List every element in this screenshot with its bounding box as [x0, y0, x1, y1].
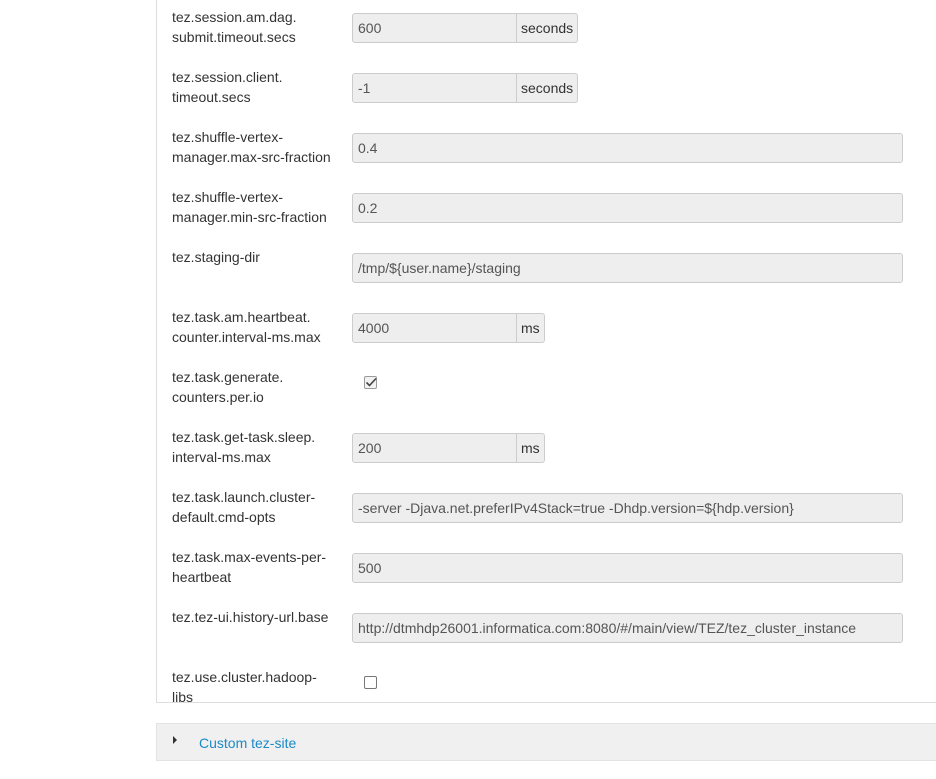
property-row-tez-session-am-dag-submit-timeout: tez.session.am.dag. submit.timeout.secs 60… — [172, 0, 936, 60]
property-value-input[interactable]: 500 — [352, 553, 903, 583]
property-row-tez-task-launch-cmd-opts: tez.task.launch.cluster-default.cmd-opts… — [172, 480, 936, 540]
property-label: tez.session.client. timeout.secs — [172, 69, 283, 105]
property-label: tez.task.launch.cluster-default.cmd-opts — [172, 489, 316, 525]
property-input-group: 0.4 — [352, 133, 903, 163]
checkmark-icon — [365, 377, 377, 387]
property-checkbox[interactable] — [364, 676, 377, 689]
property-label: tez.task.generate. counters.per.io — [172, 369, 284, 405]
property-label: tez.shuffle-vertex-manager.max-src-fract… — [172, 129, 331, 165]
property-value-input[interactable]: 0.4 — [352, 133, 903, 163]
property-label: tez.task.get-task.sleep. interval-ms.max — [172, 429, 316, 465]
property-label: tez.task.max-events-per-heartbeat — [172, 549, 327, 585]
property-input-group: /tmp/${user.name}/staging — [352, 253, 903, 283]
property-label: tez.task.am.heartbeat. counter.interval-m… — [172, 309, 321, 345]
property-value-input[interactable]: -1 — [352, 73, 517, 103]
checkbox-box[interactable] — [364, 676, 377, 689]
property-input-group: http://dtmhdp26001.informatica.com:8080/… — [352, 613, 903, 643]
property-label: tez.staging-dir — [172, 249, 260, 265]
property-row-tez-task-max-events: tez.task.max-events-per-heartbeat 500 — [172, 540, 936, 600]
property-input-group: 0.2 — [352, 193, 903, 223]
property-value-input[interactable]: http://dtmhdp26001.informatica.com:8080/… — [352, 613, 903, 643]
property-value-input[interactable]: /tmp/${user.name}/staging — [352, 253, 903, 283]
property-label: tez.session.am.dag. submit.timeout.secs — [172, 9, 297, 45]
property-row-tez-task-am-heartbeat: tez.task.am.heartbeat. counter.interval-m… — [172, 300, 936, 360]
property-input-group: -server -Djava.net.preferIPv4Stack=true … — [352, 493, 903, 523]
property-input-group: -1 seconds — [352, 73, 579, 103]
property-row-tez-staging-dir: tez.staging-dir/tmp/${user.name}/staging — [172, 240, 936, 300]
property-input-group: 4000 ms — [352, 313, 545, 343]
property-input-group: 200 ms — [352, 433, 545, 463]
property-label: tez.tez-ui.history-url.base — [172, 609, 329, 625]
unit-addon: seconds — [517, 73, 579, 103]
unit-addon: seconds — [517, 13, 579, 43]
property-label: tez.use.cluster.hadoop-libs — [172, 669, 317, 705]
caret-right-icon[interactable] — [173, 736, 177, 744]
property-label: tez.shuffle-vertex-manager.min-src-fract… — [172, 189, 327, 225]
custom-tez-site-section[interactable]: Custom tez-site — [156, 723, 936, 761]
property-row-tez-task-generate-counters: tez.task.generate. counters.per.io — [172, 360, 936, 420]
property-value-input[interactable]: 200 — [352, 433, 517, 463]
property-input-group: 500 — [352, 553, 903, 583]
unit-addon: ms — [517, 433, 545, 463]
custom-tez-site-link[interactable]: Custom tez-site — [199, 733, 296, 753]
property-row-tez-shuffle-min-src-fraction: tez.shuffle-vertex-manager.min-src-fract… — [172, 180, 936, 240]
property-value-input[interactable]: 4000 — [352, 313, 517, 343]
property-value-input[interactable]: 0.2 — [352, 193, 903, 223]
property-value-input[interactable]: 600 — [352, 13, 517, 43]
property-row-tez-shuffle-max-src-fraction: tez.shuffle-vertex-manager.max-src-fract… — [172, 120, 936, 180]
property-input-group: 600 seconds — [352, 13, 579, 43]
property-row-tez-ui-history-url: tez.tez-ui.history-url.base http://dtmhdp… — [172, 600, 936, 660]
unit-addon: ms — [517, 313, 545, 343]
property-value-input[interactable]: -server -Djava.net.preferIPv4Stack=true … — [352, 493, 903, 523]
property-row-tez-task-get-task-sleep: tez.task.get-task.sleep. interval-ms.max 2… — [172, 420, 936, 480]
property-row-tez-session-client-timeout: tez.session.client. timeout.secs -1 seconds — [172, 60, 936, 120]
property-row-tez-use-cluster-hadoop-libs: tez.use.cluster.hadoop-libs — [172, 660, 936, 720]
tez-config-page: tez.session.am.dag. submit.timeout.secs 60… — [0, 0, 936, 779]
property-checkbox[interactable] — [364, 376, 377, 389]
